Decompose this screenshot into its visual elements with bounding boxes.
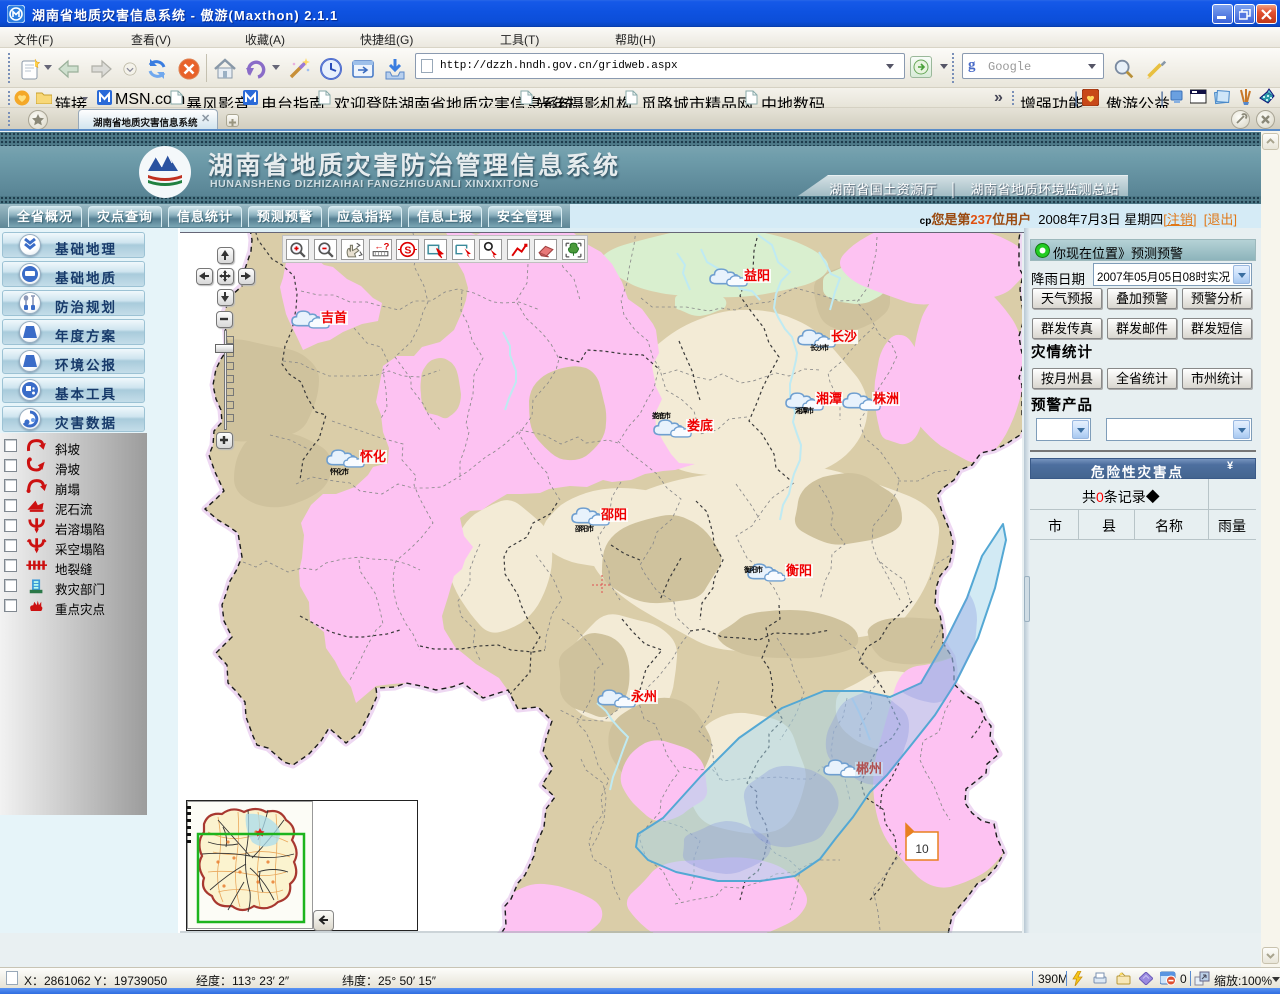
svg-text:10: 10 — [915, 842, 929, 856]
svg-text:←?→: ←?→ — [374, 242, 391, 253]
svg-text:S: S — [404, 245, 411, 257]
